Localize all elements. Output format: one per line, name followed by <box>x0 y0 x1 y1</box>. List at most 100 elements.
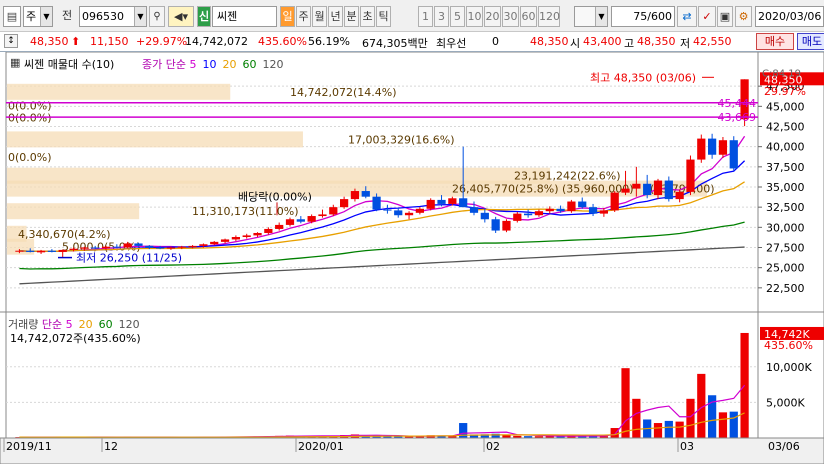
pct-tag-label: 29.97% <box>764 85 806 98</box>
low-label: 저 <box>680 37 691 50</box>
gear-icon[interactable]: ⚙ <box>735 6 752 27</box>
candle-body <box>123 243 132 248</box>
price-axis-label: 27,500 <box>766 242 805 255</box>
open-label: 시 <box>570 37 581 50</box>
ma-period-60[interactable]: 60 <box>242 58 256 71</box>
volume-axis-label: 5,000K <box>766 396 805 409</box>
interval-button-1[interactable]: 1 <box>418 6 433 27</box>
stock-code-input[interactable]: 096530 ▼ <box>79 6 147 27</box>
ask-price: 48,350 <box>530 35 569 48</box>
date-axis <box>0 437 824 465</box>
interval-button-30[interactable]: 30 <box>502 6 519 27</box>
candle-body <box>675 191 684 200</box>
volume-bar <box>610 428 619 438</box>
candle-body <box>69 248 78 250</box>
sort-icon[interactable]: ↕ <box>4 34 18 48</box>
volume-profile-bar <box>7 203 140 220</box>
volume-profile-label: 4,340,670(4.2%) <box>18 228 111 241</box>
volume-profile-label: 26,405,770(25.8%) <box>452 183 559 196</box>
search-icon[interactable]: ⚲ <box>149 6 165 27</box>
interval-combo[interactable]: ▼ <box>574 6 608 27</box>
volume-info: 14,742,072주(435.60%) <box>10 332 141 345</box>
buy-button[interactable]: 매수 <box>756 33 794 50</box>
candle-body <box>491 219 500 231</box>
ma-period-120[interactable]: 120 <box>262 58 283 71</box>
ma-period-20[interactable]: 20 <box>222 58 236 71</box>
chart-title: 씨젠 매물대 수(10) <box>24 58 115 71</box>
change-percent: +29.97% <box>136 35 188 48</box>
candle-body <box>253 232 262 236</box>
candle-body <box>653 180 663 196</box>
count-field[interactable]: 75/600 <box>611 6 675 27</box>
candle-body <box>361 191 370 197</box>
candle-body <box>112 246 121 248</box>
dividend-annotation: 배당락(0.00%) <box>238 191 312 204</box>
chart-svg[interactable]: 47,50045,00042,50040,00037,50035,00032,5… <box>0 51 824 465</box>
volume-bar <box>675 421 684 438</box>
period-tab-5[interactable]: 초 <box>360 6 375 27</box>
price-axis-label: 32,500 <box>766 201 805 214</box>
candle-body <box>264 228 273 233</box>
candle-body <box>556 208 565 212</box>
date-field[interactable]: 2020/03/06 <box>755 6 824 27</box>
last-date-label: 03/06 <box>768 440 800 453</box>
arrows-icon[interactable]: ⇄ <box>677 6 697 27</box>
low-price: 42,550 <box>693 35 732 48</box>
volume-tag-pct: 435.60% <box>764 339 813 352</box>
period-tab-6[interactable]: 틱 <box>376 6 391 27</box>
candle-body <box>26 250 35 252</box>
candle-body <box>567 201 576 212</box>
ma-period-5[interactable]: 5 <box>189 58 196 71</box>
period-tab-2[interactable]: 월 <box>312 6 327 27</box>
volume-profile-label: 14,742,072(14.4%) <box>290 86 397 99</box>
stock-name-field[interactable]: 씨젠 <box>212 6 277 27</box>
candle-body <box>275 224 284 229</box>
candle-body <box>156 247 165 249</box>
speaker-icon[interactable]: ◀▾ <box>168 6 194 27</box>
stock-code-value: 096530 <box>82 10 124 23</box>
candle-body <box>404 212 414 216</box>
interval-button-60[interactable]: 60 <box>520 6 537 27</box>
interval-button-5[interactable]: 5 <box>450 6 465 27</box>
preferred-label: 최우선 <box>436 37 467 50</box>
chart-settings-icon[interactable]: ▦ <box>10 56 20 69</box>
candle-body <box>426 199 435 209</box>
period-tab-1[interactable]: 주 <box>296 6 311 27</box>
interval-button-20[interactable]: 20 <box>484 6 501 27</box>
candle-body <box>372 196 381 210</box>
open-price: 43,400 <box>583 35 622 48</box>
interval-button-3[interactable]: 3 <box>434 6 449 27</box>
check-icon[interactable]: ✓ <box>698 6 716 27</box>
candle-body <box>513 213 522 221</box>
date-label: 03 <box>680 440 694 453</box>
candle-body <box>621 188 630 193</box>
quote-bar: ↕ 48,350 ⬆ 11,150 +29.97% 14,742,072 435… <box>0 32 824 52</box>
sell-button[interactable]: 매도 <box>797 33 824 50</box>
interval-button-10[interactable]: 10 <box>466 6 483 27</box>
candle-body <box>188 245 197 247</box>
high-annotation: 최고 48,350 (03/06) <box>590 71 696 84</box>
save-icon[interactable]: ▣ <box>717 6 733 27</box>
period-tab-3[interactable]: 년 <box>328 6 343 27</box>
candle-body <box>91 247 100 249</box>
high-price: 48,350 <box>637 35 676 48</box>
interval-button-120[interactable]: 120 <box>538 6 560 27</box>
period-tab-4[interactable]: 분 <box>344 6 359 27</box>
market-type-select[interactable]: 주 ▼ <box>23 6 53 27</box>
menu-icon[interactable]: ▤ <box>3 6 21 27</box>
count-value: 75 <box>633 10 648 23</box>
preferred-value: 0 <box>492 35 499 48</box>
date-label: 2019/11 <box>6 440 52 453</box>
volume-ratio: 435.60% <box>258 35 307 48</box>
ma-period-10[interactable]: 10 <box>202 58 216 71</box>
period-tab-0[interactable]: 일 <box>280 6 295 27</box>
volume-axis-label: 10,000K <box>766 361 812 374</box>
candle-body <box>36 250 46 253</box>
date-label: 02 <box>486 440 500 453</box>
candle-body <box>166 247 176 249</box>
candle-body <box>394 210 403 216</box>
candle-body <box>15 250 24 252</box>
price-axis-label: 45,000 <box>766 100 805 113</box>
price-axis-label: 35,000 <box>766 181 805 194</box>
candle-body <box>145 245 154 248</box>
